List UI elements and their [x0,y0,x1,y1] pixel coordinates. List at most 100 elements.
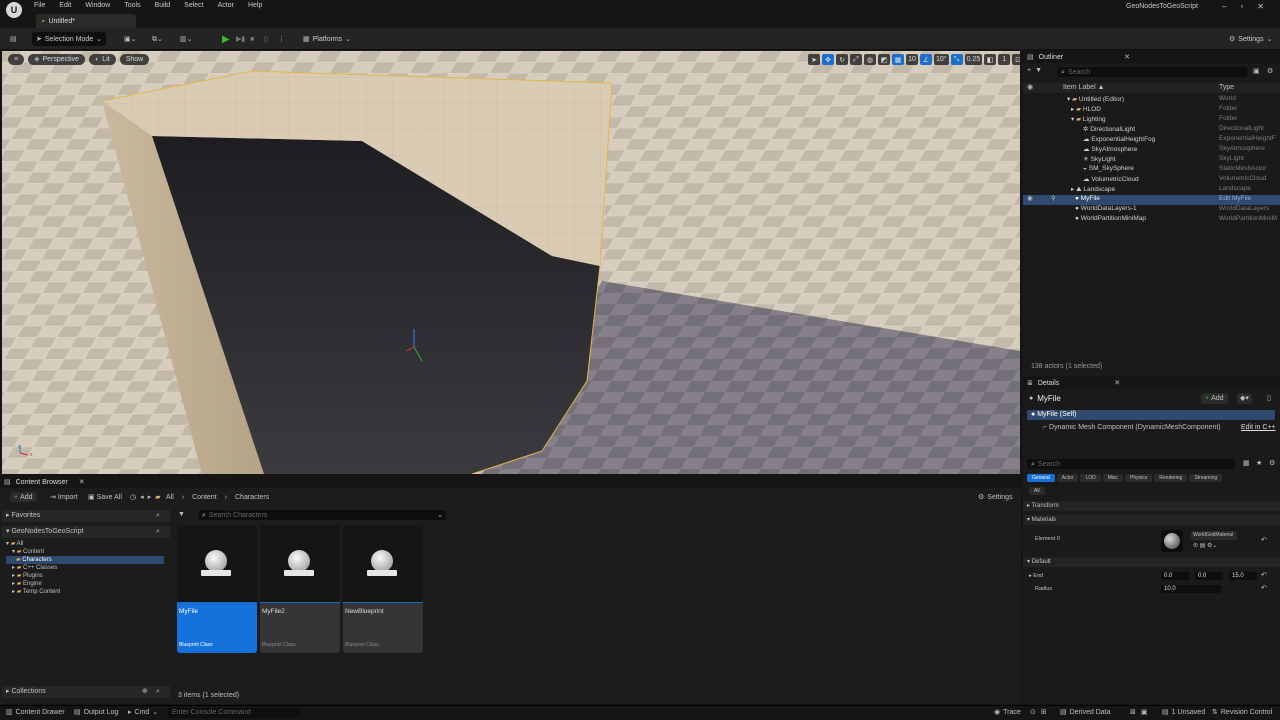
close-icon[interactable]: ✕ [1124,54,1130,61]
world-local-icon[interactable]: ◍ [864,54,876,65]
settings-icon[interactable]: ⚙ [1269,460,1275,467]
menu-file[interactable]: File [34,2,45,9]
add-button[interactable]: + Add [10,492,37,502]
filter-rendering[interactable]: Rendering [1154,474,1188,482]
perspective-button[interactable]: ◈ Perspective [28,54,86,65]
history-icon[interactable]: ◷ [130,494,136,501]
end-x-field[interactable]: 0.0 [1161,572,1189,580]
camera-speed-icon[interactable]: ◧ [984,54,997,65]
tree-folder-all[interactable]: ▾ ▰ All [6,540,164,548]
blueprint-options-button[interactable]: ◆▾ [1237,393,1252,404]
save-icon[interactable]: ▣ [1253,68,1260,75]
eject-button[interactable]: ▯ [260,32,272,46]
close-icon[interactable]: ✕ [79,479,85,486]
tree-row-directionallight[interactable]: ✲ DirectionalLight DirectionalLight [1023,125,1280,135]
filter-streaming[interactable]: Streaming [1189,474,1223,482]
details-search-input[interactable]: ⌕ Search [1027,459,1235,469]
content-drawer-button[interactable]: ▥ Content Drawer [6,709,65,716]
lock-icon[interactable]: ▯ [1267,395,1271,402]
maximize-icon[interactable]: ▫ [1240,2,1243,11]
material-dropdown[interactable]: WorldGridMaterial ⌄ [1191,531,1237,547]
component-row[interactable]: ⌐ Dynamic Mesh Component (DynamicMeshCom… [1043,423,1221,433]
category-transform[interactable]: ▸ Transform [1023,501,1280,511]
add-collection-icon[interactable]: ⊕ [142,688,148,695]
star-icon[interactable]: ★ [1256,460,1262,467]
selection-mode-dropdown[interactable]: ➤ Selection Mode ⌄ [32,32,106,46]
collections-header[interactable]: ▸ Collections ⊕ ⌕ [2,686,170,698]
rotate-tool-icon[interactable]: ↻ [836,54,848,65]
category-materials[interactable]: ▾ Materials [1023,515,1280,525]
eye-icon[interactable]: ◉ [1027,195,1033,203]
filter-lod[interactable]: LOD [1080,474,1101,482]
record-icon[interactable]: ⊙ [1030,709,1036,716]
search-icon[interactable]: ⌕ [156,528,160,535]
tree-row-landscape[interactable]: ▸ ⛰ Landscape Landscape [1023,185,1280,195]
pin-icon[interactable]: ⚲ [1051,195,1056,203]
unreal-logo-icon[interactable]: U [6,2,22,18]
layers-icon[interactable]: ⊞ [1041,709,1047,716]
tree-row-myfile[interactable]: ◉ ⚲ ● MyFile Edit MyFile [1023,195,1280,205]
trace-button[interactable]: ◉ Trace [994,709,1021,716]
edit-in-cpp-link[interactable]: Edit in C++ [1241,423,1276,433]
breadcrumb-content[interactable]: Content [192,494,217,501]
maximize-viewport-icon[interactable]: ⊡ [1012,54,1020,65]
tree-row-heightfog[interactable]: ☁ ExponentialHeightFog ExponentialHeight… [1023,135,1280,145]
save-icon[interactable]: ▣ [1141,709,1148,716]
forward-icon[interactable]: ▸ [148,494,152,501]
blueprint-button[interactable]: ⧉⌄ [148,32,167,46]
stop-button[interactable]: ■ [246,32,258,46]
import-button[interactable]: ⇥ Import [50,492,78,502]
show-button[interactable]: Show [119,54,150,65]
material-actions-icon[interactable]: ⊙ ▤ ⚙⌄ [1193,542,1217,549]
grid-snap-icon[interactable]: ▦ [892,54,904,65]
edit-myfile-link[interactable]: Edit MyFile [1219,195,1251,202]
col-type[interactable]: Type [1219,84,1234,91]
filter-general[interactable]: General [1027,474,1055,482]
end-y-field[interactable]: 0.0 [1195,572,1223,580]
save-level-icon[interactable]: ▤ [6,32,21,46]
material-thumbnail[interactable] [1161,530,1183,552]
camera-speed-value[interactable]: 1 [998,54,1011,65]
filter-all[interactable]: All [1029,487,1045,495]
breadcrumb-all[interactable]: All [166,494,174,501]
scale-snap-icon[interactable]: ⤡ [950,54,963,65]
tree-row-lighting[interactable]: ▾ ▰ Lighting Folder [1023,115,1280,125]
viewport-options-button[interactable]: ≡ [8,54,25,65]
filter-physics[interactable]: Physics [1125,474,1153,482]
tree-row-skylight[interactable]: ☀ SkyLight SkyLight [1023,155,1280,165]
breadcrumb-characters[interactable]: Characters [235,494,269,501]
add-content-button[interactable]: ▣⌄ [120,32,140,46]
project-header[interactable]: ▾ GeoNodesToGeoScript ⌕ [2,526,170,538]
col-item-label[interactable]: Item Label ▲ [1063,84,1105,91]
menu-select[interactable]: Select [184,2,203,9]
output-log-button[interactable]: ▤ Output Log [74,709,118,716]
tree-row-skyatmosphere[interactable]: ☁ SkyAtmosphere SkyAtmosphere [1023,145,1280,155]
content-browser-tab[interactable]: ▤ Content Browser ✕ [0,476,1021,488]
tree-row-minimap[interactable]: ● WorldPartitionMiniMap WorldPartitionMi… [1023,215,1280,225]
surface-snap-icon[interactable]: ◩ [878,54,890,65]
reset-icon[interactable]: ↶ [1261,537,1267,544]
asset-tile-myfile[interactable]: MyFile Blueprint Class [177,525,257,653]
category-default[interactable]: ▾ Default [1023,557,1280,567]
menu-build[interactable]: Build [155,2,171,9]
scale-tool-icon[interactable]: ⤢ [850,54,862,65]
add-component-button[interactable]: + Add [1201,393,1228,404]
save-all-button[interactable]: ▣ Save All [88,492,122,502]
menu-tools[interactable]: Tools [124,2,140,9]
tree-row-hlod[interactable]: ▸ ▰ HLOD Folder [1023,105,1280,115]
component-self-row[interactable]: ● MyFile (Self) [1027,410,1275,420]
viewport-scene[interactable] [2,51,1020,474]
asset-tile-newblueprint[interactable]: NewBlueprint Blueprint Class [343,525,423,653]
play-options-button[interactable]: ⋮ [274,32,289,46]
link-icon[interactable]: ⊠ [1130,709,1136,716]
favorites-header[interactable]: ▸ Favorites ⌕ [2,510,170,522]
content-settings-button[interactable]: ⚙ Settings [978,492,1013,502]
close-icon[interactable]: ✕ [1114,380,1120,387]
details-tab[interactable]: ≣ Details ✕ [1023,377,1280,389]
unsaved-button[interactable]: ▤ 1 Unsaved [1162,709,1205,716]
scale-snap-value[interactable]: 0.25 [964,54,983,65]
filter-actor[interactable]: Actor [1056,474,1079,482]
tree-row-untitled[interactable]: ▾ ▰ Untitled (Editor) World [1023,95,1280,105]
settings-button[interactable]: ⚙ Settings ⌄ [1225,32,1276,46]
menu-edit[interactable]: Edit [59,2,71,9]
